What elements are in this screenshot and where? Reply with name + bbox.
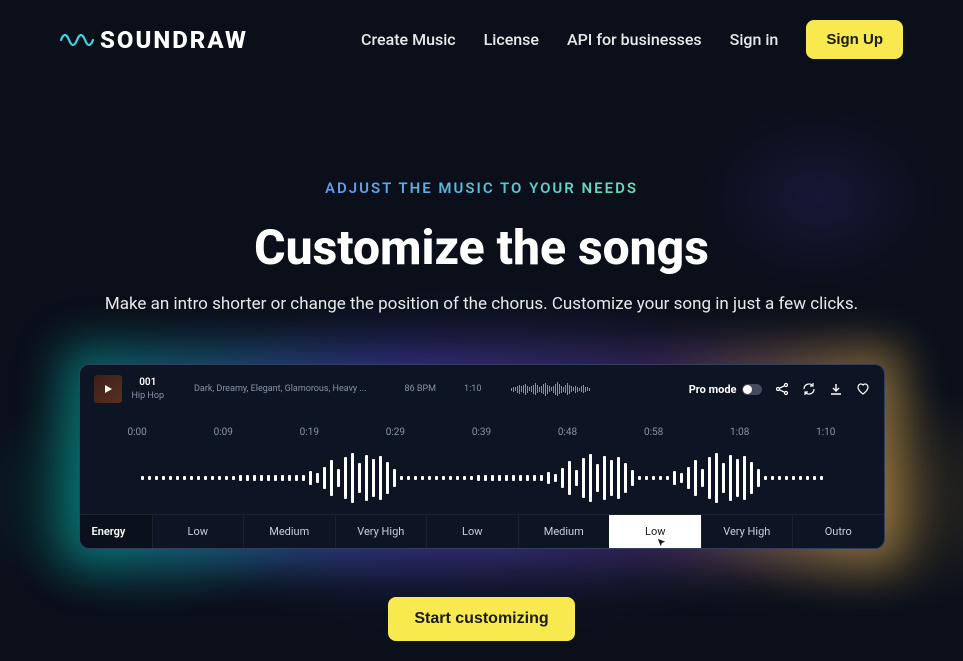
- start-customizing-button[interactable]: Start customizing: [388, 597, 574, 641]
- mini-waveform: [511, 382, 590, 396]
- pro-mode-toggle[interactable]: Pro mode: [689, 383, 762, 396]
- energy-segment[interactable]: Low: [426, 515, 518, 548]
- logo-text: SOUNDRAW: [100, 26, 248, 54]
- track-duration: 1:10: [464, 384, 481, 394]
- time-mark: 1:08: [730, 427, 749, 438]
- track-actions: Pro mode: [689, 382, 870, 396]
- energy-segment[interactable]: Medium: [518, 515, 610, 548]
- nav-api[interactable]: API for businesses: [567, 30, 702, 49]
- time-marks: 0:00 0:09 0:19 0:29 0:39 0:48 0:58 1:08 1:10: [128, 427, 836, 438]
- track-header: 001 Hip Hop Dark, Dreamy, Elegant, Glamo…: [80, 365, 884, 413]
- signup-button[interactable]: Sign Up: [806, 20, 903, 59]
- time-mark: 0:58: [644, 427, 663, 438]
- cursor-icon: [657, 537, 666, 546]
- share-icon[interactable]: [775, 382, 789, 396]
- logo-wave-icon: [60, 26, 94, 54]
- energy-segment[interactable]: Low: [609, 515, 701, 548]
- timeline: 0:00 0:09 0:19 0:29 0:39 0:48 0:58 1:08 1:10: [80, 413, 884, 442]
- editor-preview: 001 Hip Hop Dark, Dreamy, Elegant, Glamo…: [79, 364, 885, 549]
- time-mark: 0:09: [214, 427, 233, 438]
- energy-segment[interactable]: Low: [152, 515, 244, 548]
- time-mark: 0:29: [386, 427, 405, 438]
- energy-row: Energy LowMediumVery HighLowMediumLowVer…: [80, 514, 884, 548]
- download-icon[interactable]: [829, 382, 843, 396]
- hero-section: ADJUST THE MUSIC TO YOUR NEEDS Customize…: [0, 79, 963, 641]
- energy-segment[interactable]: Medium: [243, 515, 335, 548]
- editor-panel: 001 Hip Hop Dark, Dreamy, Elegant, Glamo…: [79, 364, 885, 549]
- play-icon: [105, 385, 112, 393]
- time-mark: 1:10: [816, 427, 835, 438]
- heart-icon[interactable]: [856, 382, 870, 396]
- regenerate-icon[interactable]: [802, 382, 816, 396]
- waveform[interactable]: [80, 442, 884, 514]
- toggle-icon: [742, 384, 762, 395]
- nav-license[interactable]: License: [484, 30, 539, 49]
- time-mark: 0:00: [128, 427, 147, 438]
- energy-segment[interactable]: Very High: [335, 515, 427, 548]
- pro-mode-label: Pro mode: [689, 383, 737, 396]
- energy-label: Energy: [80, 515, 152, 548]
- main-nav: Create Music License API for businesses …: [361, 20, 903, 59]
- track-genre: Hip Hop: [132, 391, 165, 401]
- time-mark: 0:19: [300, 427, 319, 438]
- energy-segments: LowMediumVery HighLowMediumLowVery HighO…: [152, 515, 884, 548]
- nav-create-music[interactable]: Create Music: [361, 30, 456, 49]
- time-mark: 0:39: [472, 427, 491, 438]
- time-mark: 0:48: [558, 427, 577, 438]
- hero-headline: Customize the songs: [0, 219, 963, 276]
- track-thumbnail[interactable]: [94, 375, 122, 403]
- hero-subhead: Make an intro shorter or change the posi…: [0, 294, 963, 314]
- track-meta: 001 Hip Hop: [132, 377, 165, 401]
- eyebrow-text: ADJUST THE MUSIC TO YOUR NEEDS: [0, 179, 963, 197]
- track-bpm: 86 BPM: [405, 384, 437, 394]
- energy-segment[interactable]: Outro: [792, 515, 884, 548]
- nav-signin[interactable]: Sign in: [730, 30, 779, 49]
- logo[interactable]: SOUNDRAW: [60, 26, 248, 54]
- track-id: 001: [132, 377, 165, 388]
- energy-segment[interactable]: Very High: [701, 515, 793, 548]
- site-header: SOUNDRAW Create Music License API for bu…: [0, 0, 963, 79]
- track-tags: Dark, Dreamy, Elegant, Glamorous, Heavy …: [194, 384, 367, 394]
